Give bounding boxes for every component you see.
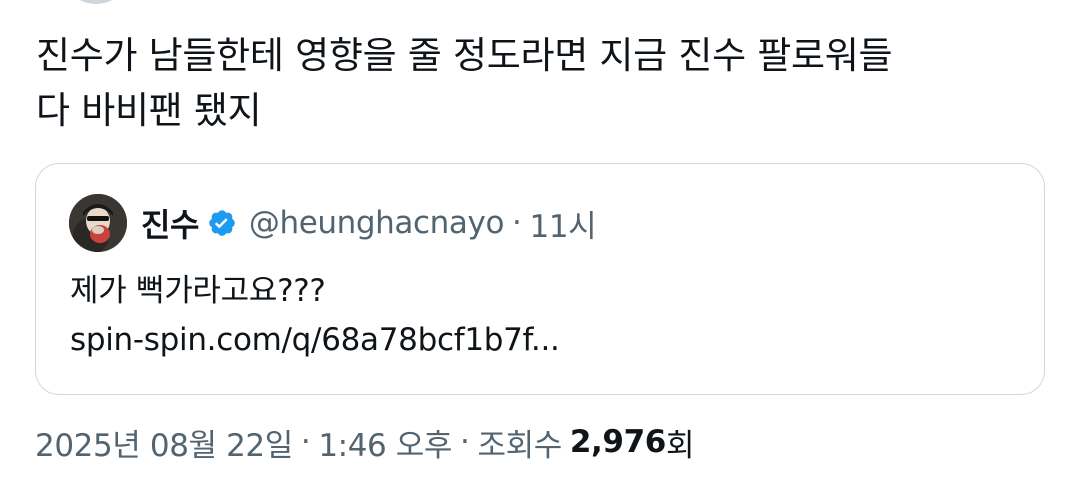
verified-badge-icon (207, 208, 237, 238)
post-clock-time[interactable]: 1:46 오후 (318, 420, 452, 465)
author-handle[interactable]: @heunghacnayo (249, 205, 505, 241)
post-date[interactable]: 2025년 08월 22일 (35, 420, 293, 465)
separator-dot: · (300, 424, 311, 460)
quoted-tweet-card[interactable]: 진수 @heunghacnayo · 11시 제가 뻑가라고요??? spin-… (35, 163, 1045, 395)
views-label: 조회수 (477, 427, 563, 464)
avatar[interactable] (69, 194, 127, 252)
views-count: 2,976 (569, 424, 666, 460)
previous-avatar-edge (66, 0, 126, 4)
quoted-tweet-text: 제가 뻑가라고요??? (70, 273, 326, 309)
quoted-tweet-link[interactable]: spin-spin.com/q/68a78bcf1b7f... (70, 316, 560, 365)
separator-dot: · (460, 424, 470, 460)
quoted-tweet-body: 제가 뻑가라고요??? spin-spin.com/q/68a78bcf1b7f… (70, 267, 560, 365)
tweet-metadata: 2025년 08월 22일 · 1:46 오후 · 조회수 2,976 회 (35, 418, 694, 466)
post-time[interactable]: 11시 (530, 201, 597, 246)
quoted-tweet-header: 진수 @heunghacnayo · 11시 (141, 200, 597, 246)
views-unit: 회 (665, 427, 695, 464)
separator-dot: · (512, 205, 522, 241)
author-name[interactable]: 진수 (141, 200, 199, 246)
tweet-text: 진수가 남들한테 영향을 줄 정도라면 지금 진수 팔로워들 다 바비팬 됐지 (36, 34, 893, 132)
